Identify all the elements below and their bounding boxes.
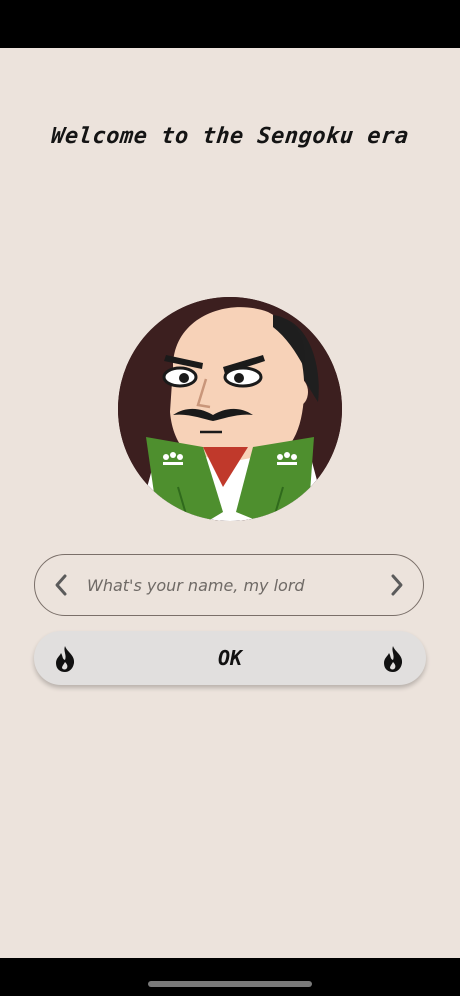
ok-button-label: OK: [217, 646, 243, 670]
navigation-bar: [0, 958, 460, 996]
name-input[interactable]: [87, 555, 377, 615]
chevron-left-icon[interactable]: [51, 572, 71, 598]
name-field: [34, 554, 424, 616]
flame-icon: [382, 645, 404, 673]
avatar: [118, 297, 342, 521]
ok-button[interactable]: OK: [34, 631, 426, 685]
status-bar: [0, 0, 460, 48]
page-title: Welcome to the Sengoku era: [49, 124, 411, 149]
home-indicator[interactable]: [148, 981, 312, 987]
chevron-right-icon[interactable]: [387, 572, 407, 598]
